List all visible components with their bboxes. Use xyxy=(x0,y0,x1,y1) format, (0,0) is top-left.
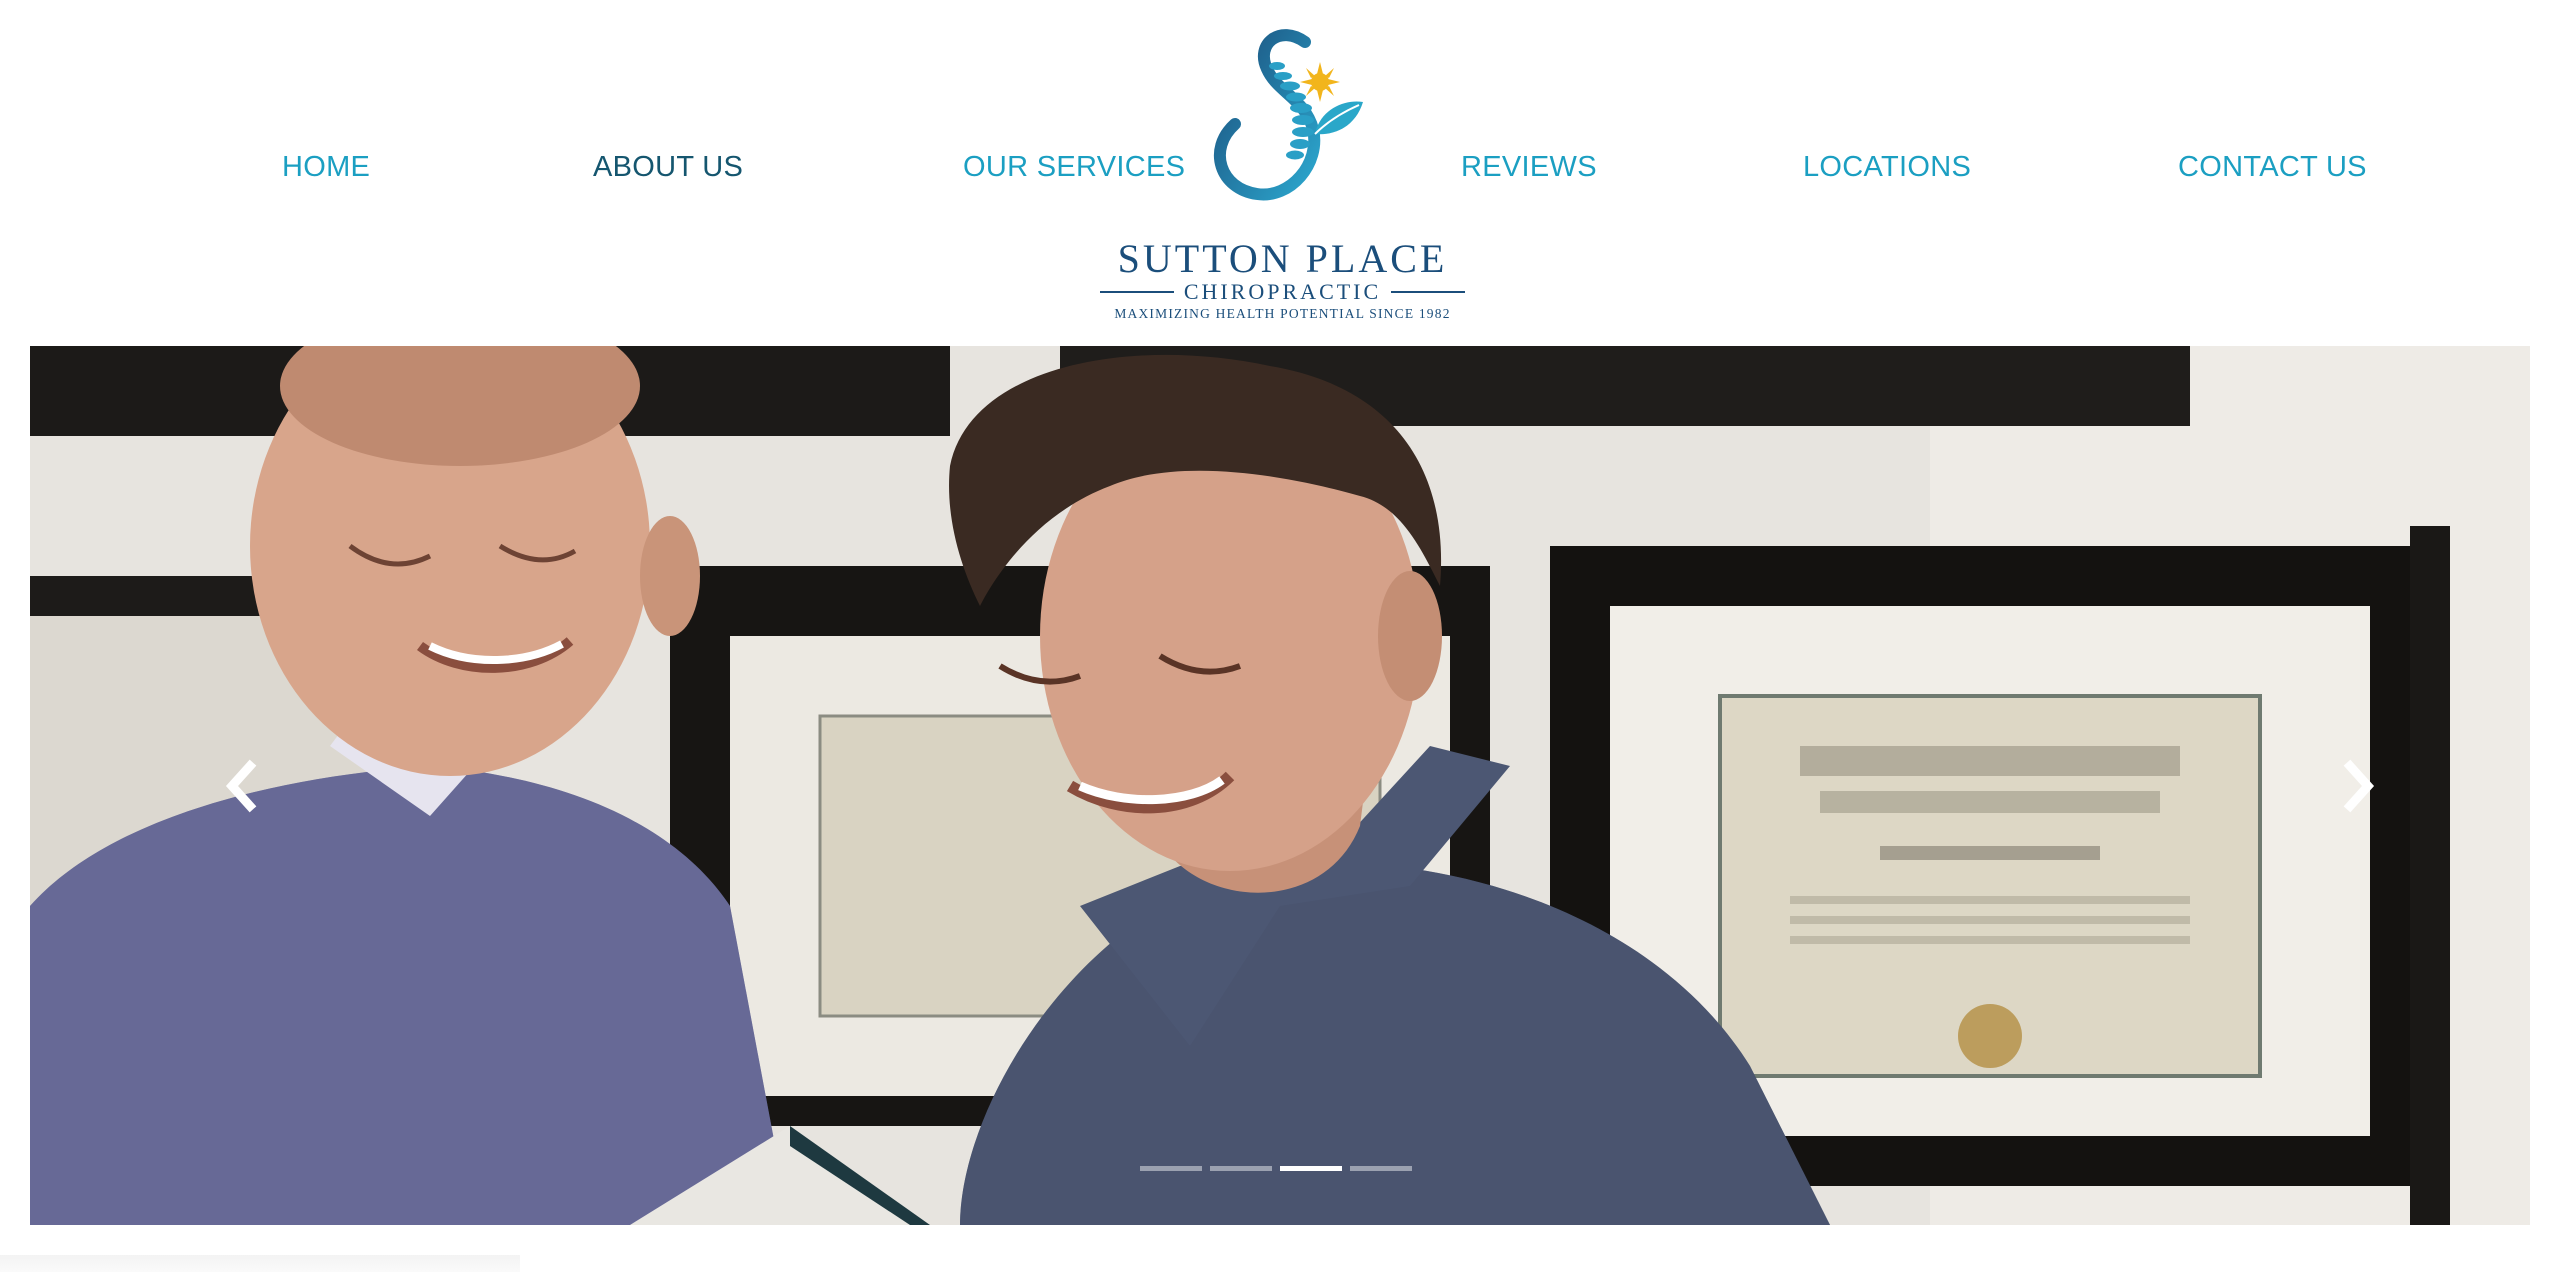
carousel-indicator-1[interactable] xyxy=(1140,1166,1202,1171)
logo-tagline: MAXIMIZING HEALTH POTENTIAL SINCE 1982 xyxy=(1114,306,1451,321)
logo-subtitle: CHIROPRACTIC xyxy=(1183,279,1382,304)
nav-reviews-link[interactable]: REVIEWS xyxy=(1461,150,1597,184)
nav-about-us-link[interactable]: ABOUT US xyxy=(593,150,743,184)
site-logo[interactable]: SUTTON PLACE CHIROPRACTIC MAXIMIZING HEA… xyxy=(1100,24,1466,324)
spine-with-sun-and-leaf-icon xyxy=(1213,29,1363,201)
carousel-next-chevron-right-icon[interactable] xyxy=(2330,751,2390,821)
nav-contact-us-link[interactable]: CONTACT US xyxy=(2178,150,2367,184)
site-header: HOME ABOUT US OUR SERVICES REVIEWS LOCAT… xyxy=(0,0,2560,346)
carousel-prev-chevron-left-icon[interactable] xyxy=(210,751,270,821)
hero-carousel xyxy=(30,346,2530,1225)
nav-home-link[interactable]: HOME xyxy=(282,150,370,184)
logo-rule-right xyxy=(1391,291,1466,293)
carousel-indicators xyxy=(1140,1166,1412,1176)
logo-subtitle-row: CHIROPRACTIC xyxy=(1100,279,1466,304)
carousel-indicator-4[interactable] xyxy=(1350,1166,1412,1171)
below-fold-edge xyxy=(0,1255,520,1272)
carousel-indicator-3[interactable] xyxy=(1280,1166,1342,1171)
nav-locations-link[interactable]: LOCATIONS xyxy=(1803,150,1971,184)
carousel-indicator-2[interactable] xyxy=(1210,1166,1272,1171)
hero-slide-image xyxy=(30,346,2530,1225)
logo-name: SUTTON PLACE xyxy=(1117,236,1448,281)
logo-rule-left xyxy=(1100,291,1174,293)
